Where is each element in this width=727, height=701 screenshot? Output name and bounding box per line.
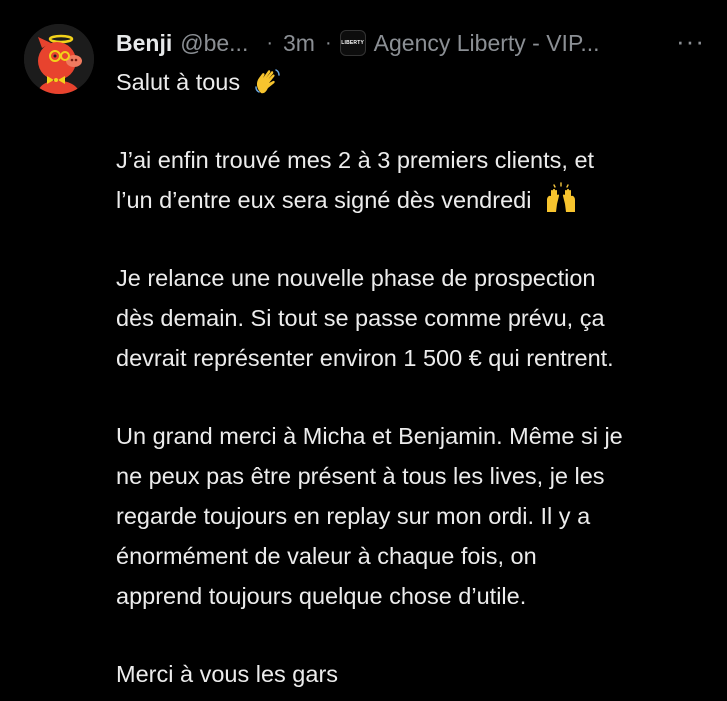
waving-hand-icon [254,69,280,94]
post-text-line: J’ai enfin trouvé mes 2 à 3 premiers cli… [116,147,595,173]
post-text-line: Salut à tous [116,69,241,95]
post-text-line: l’un d’entre eux sera signé dès vendredi [116,187,532,213]
post-body: Salut à tous J’ai enfin trouvé mes 2 à 3… [116,62,716,694]
author-handle[interactable]: @be... [180,30,248,57]
community-name[interactable]: Agency Liberty - VIP... [374,30,600,57]
post-text-line: devrait représenter environ 1 500 € qui … [116,345,614,371]
post-card[interactable]: Benji @be... · 3m · LIBERTY Agency Liber… [0,0,727,701]
community-logo-text: LIBERTY [341,40,365,46]
post-text-line: énormément de valeur à chaque fois, on [116,543,537,569]
post-text-line: Je relance une nouvelle phase de prospec… [116,265,596,291]
post-text-line: Merci à vous les gars [116,661,339,687]
post-time[interactable]: 3m [283,30,315,57]
post-header: Benji @be... · 3m · LIBERTY Agency Liber… [116,26,706,60]
post-text-line: ne peux pas être présent à tous les live… [116,463,605,489]
more-options-button[interactable]: ··· [676,26,705,56]
raising-hands-icon [546,182,575,212]
post-text-line: dès demain. Si tout se passe comme prévu… [116,305,605,331]
avatar[interactable] [24,24,94,94]
post-text-line: apprend toujours quelque chose d’utile. [116,583,527,609]
community-logo-icon[interactable]: LIBERTY [339,30,366,56]
separator-dot: · [324,31,332,54]
pig-avatar-icon [24,24,94,94]
separator-dot: · [266,31,274,54]
post-text-line: Un grand merci à Micha et Benjamin. Même… [116,423,623,449]
author-name[interactable]: Benji [116,30,172,57]
post-text-line: regarde toujours en replay sur mon ordi.… [116,503,591,529]
